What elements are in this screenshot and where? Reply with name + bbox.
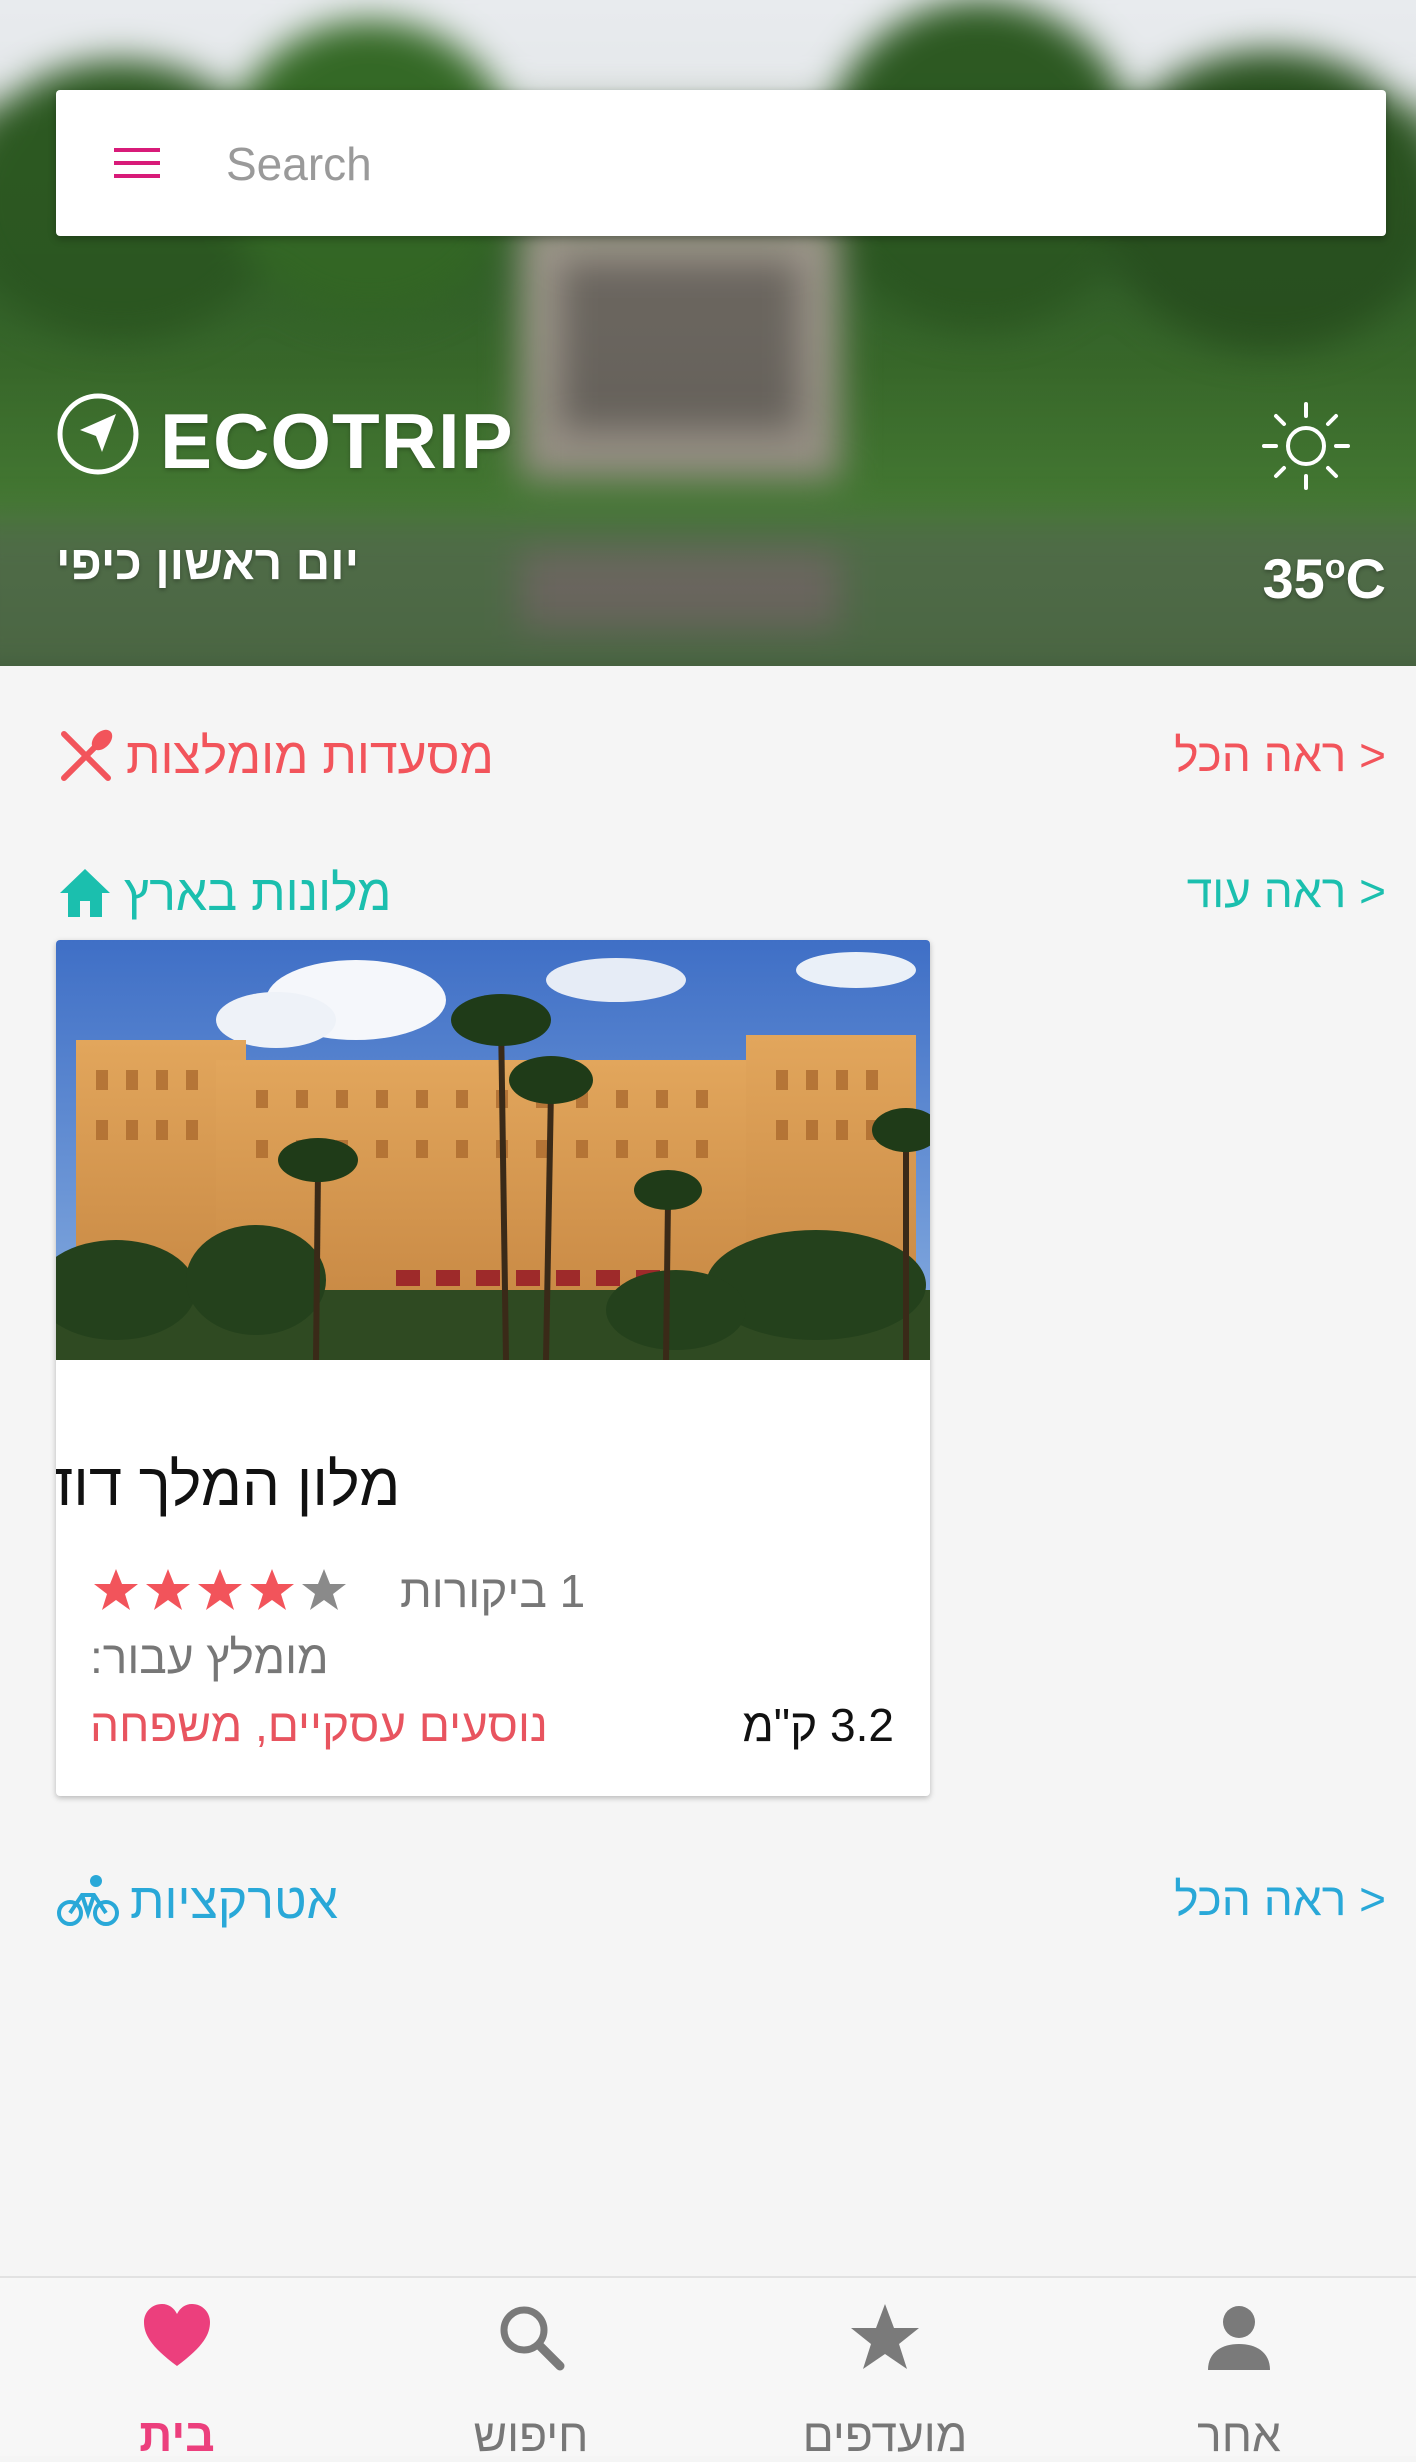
restaurants-see-all-link[interactable]: < ראה הכל (1174, 728, 1386, 782)
rating-star-icon (146, 1569, 190, 1610)
section-attractions-title[interactable]: אטרקציות (56, 1872, 338, 1930)
recommended-for-label: מומלץ עבור: (90, 1631, 329, 1683)
section-hotels-title[interactable]: מלונות בארץ (56, 864, 391, 922)
rating-stars (92, 1566, 348, 1616)
hotel-photo (56, 940, 930, 1360)
search-icon (500, 2306, 565, 2371)
search-input[interactable] (224, 128, 1348, 200)
section-attractions-label: אטרקציות (130, 1873, 339, 1929)
bicycle-icon (57, 1875, 119, 1926)
section-restaurants-title[interactable]: מסעדות מומלצות (56, 726, 494, 786)
temperature: 35oC (1262, 547, 1386, 610)
navigation-arrow-icon (57, 393, 139, 475)
attractions-see-all-link[interactable]: < ראה הכל (1174, 1872, 1386, 1926)
hamburger-menu-icon[interactable] (108, 140, 166, 186)
hotels-see-more-link[interactable]: < ראה עוד (1187, 864, 1386, 918)
nav-item-favorites[interactable]: מועדפים (708, 2278, 1062, 2461)
bottom-navigation: בית חיפוש מועדפים אחר (0, 2276, 1416, 2461)
home-icon (60, 869, 110, 917)
hotel-card[interactable]: מלון המלך דוד 1 ביקורות מומלץ עבור: נוסע… (56, 940, 930, 1796)
hotel-distance: 3.2 ק"מ (742, 1699, 894, 1751)
nav-item-other[interactable]: אחר (1062, 2278, 1416, 2461)
greeting-text: יום ראשון כיפי (56, 537, 360, 590)
rating-star-icon (198, 1569, 242, 1610)
recommended-for-value: נוסעים עסקיים, משפחה (90, 1699, 548, 1751)
person-icon (1208, 2306, 1270, 2370)
nav-item-search[interactable]: חיפוש (354, 2278, 708, 2461)
rating-star-icon (94, 1569, 138, 1610)
rating-star-icon (302, 1569, 346, 1610)
sun-icon (1262, 402, 1350, 490)
section-restaurants-label: מסעדות מומלצות (126, 728, 494, 784)
brand-title: ECOTRIP (160, 397, 514, 485)
search-bar[interactable] (56, 90, 1386, 236)
nav-item-home[interactable]: בית (0, 2278, 354, 2461)
star-icon (851, 2304, 919, 2369)
rating-star-icon (250, 1569, 294, 1610)
section-hotels-label: מלונות בארץ (124, 865, 392, 921)
fork-knife-icon (61, 729, 113, 781)
hotel-name: מלון המלך דוד (56, 1451, 401, 1518)
heart-icon (144, 2304, 210, 2366)
review-count[interactable]: 1 ביקורות (400, 1564, 585, 1618)
